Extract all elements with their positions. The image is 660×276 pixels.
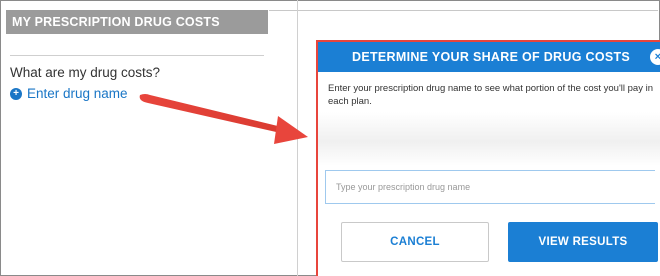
divider (10, 55, 264, 56)
enter-drug-name-label: Enter drug name (27, 86, 128, 101)
drug-name-input[interactable] (325, 170, 655, 204)
top-divider (269, 10, 658, 11)
section-header: MY PRESCRIPTION DRUG COSTS (6, 10, 268, 34)
cancel-button[interactable]: CANCEL (341, 222, 489, 262)
modal-title: DETERMINE YOUR SHARE OF DRUG COSTS (352, 50, 631, 64)
modal-title-bar: DETERMINE YOUR SHARE OF DRUG COSTS × (318, 42, 660, 72)
vertical-divider (297, 0, 298, 276)
modal-description: Enter your prescription drug name to see… (328, 83, 653, 107)
close-icon[interactable]: × (650, 49, 660, 65)
enter-drug-name-link[interactable]: + Enter drug name (10, 86, 128, 101)
modal-separator (318, 112, 660, 166)
view-results-button[interactable]: VIEW RESULTS (508, 222, 658, 262)
plus-circle-icon: + (10, 87, 22, 100)
drug-costs-modal: DETERMINE YOUR SHARE OF DRUG COSTS × Ent… (316, 40, 660, 276)
drug-costs-question: What are my drug costs? (10, 65, 161, 80)
